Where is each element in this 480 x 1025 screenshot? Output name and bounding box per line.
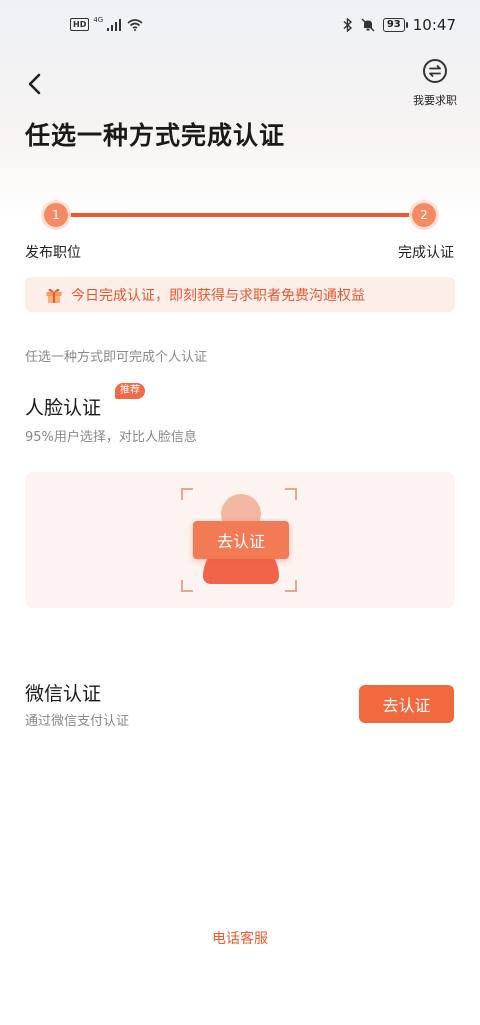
switch-icon bbox=[423, 59, 447, 83]
progress-bar bbox=[56, 213, 424, 217]
switch-to-jobseeker-button[interactable]: 我要求职 bbox=[404, 58, 466, 108]
wechat-verify-subtitle: 通过微信支付认证 bbox=[25, 714, 130, 729]
face-verify-title: 人脸认证 bbox=[25, 397, 102, 419]
mute-icon bbox=[361, 18, 375, 32]
hd-badge: HD bbox=[70, 18, 90, 31]
back-arrow-icon bbox=[28, 73, 41, 95]
signal-icon bbox=[107, 18, 122, 31]
banner-text: 今日完成认证，即刻获得与求职者免费沟通权益 bbox=[71, 287, 365, 304]
battery-level: 93 bbox=[382, 18, 408, 32]
step-1-label: 发布职位 bbox=[25, 245, 81, 261]
bluetooth-icon bbox=[343, 18, 352, 32]
back-button[interactable] bbox=[22, 70, 50, 98]
frame-corner bbox=[181, 580, 193, 592]
frame-corner bbox=[181, 488, 193, 500]
switch-label: 我要求职 bbox=[413, 94, 457, 107]
status-bar: HD 4G 93 10:47 bbox=[0, 0, 480, 56]
network-type: 4G bbox=[93, 16, 104, 24]
hint-text: 任选一种方式即可完成个人认证 bbox=[25, 350, 208, 365]
status-right: 93 10:47 bbox=[343, 16, 456, 34]
step-1-dot: 1 bbox=[44, 203, 68, 227]
frame-corner bbox=[285, 488, 297, 500]
face-verify-button[interactable]: 去认证 bbox=[193, 521, 289, 559]
phone-service-link[interactable]: 电话客服 bbox=[0, 928, 480, 948]
step-2-label: 完成认证 bbox=[398, 245, 454, 261]
wechat-verify-title: 微信认证 bbox=[25, 683, 102, 705]
clock: 10:47 bbox=[412, 16, 456, 34]
benefit-banner: 今日完成认证，即刻获得与求职者免费沟通权益 bbox=[25, 277, 455, 312]
gift-icon bbox=[46, 288, 62, 303]
recommend-badge: 推荐 bbox=[115, 383, 145, 399]
face-verify-subtitle: 95%用户选择，对比人脸信息 bbox=[25, 430, 197, 445]
page-title: 任选一种方式完成认证 bbox=[25, 121, 286, 150]
frame-corner bbox=[285, 580, 297, 592]
wechat-verify-button[interactable]: 去认证 bbox=[359, 685, 454, 723]
wifi-icon bbox=[127, 18, 143, 31]
step-2-dot: 2 bbox=[412, 203, 436, 227]
status-left: HD 4G bbox=[70, 16, 143, 31]
